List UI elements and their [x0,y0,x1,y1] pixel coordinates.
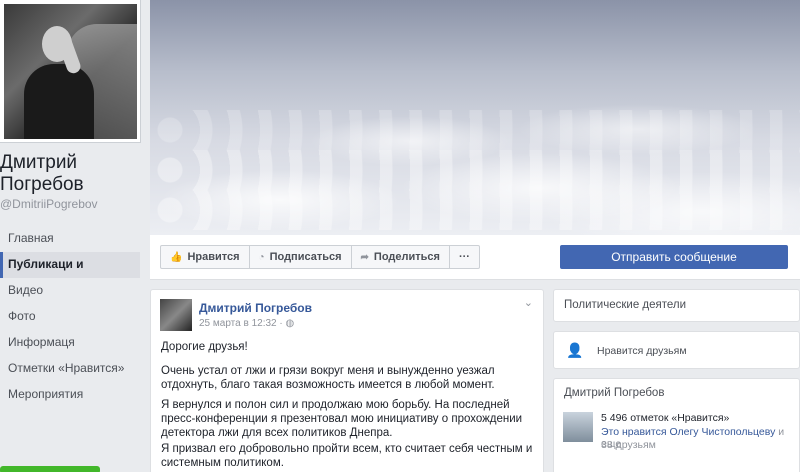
left-sidebar: Дмитрий Погребов @DmitriiPogrebov Главна… [0,0,142,472]
friend-avatar[interactable] [563,412,593,442]
share-label: Поделиться [373,251,440,263]
post-card: Дмитрий Погребов 25 марта в 12:32 · ◍ ⌄ … [150,289,544,472]
more-dots-icon: ··· [458,251,470,263]
nav-item-likes[interactable]: Отметки «Нравится» [0,356,140,382]
profile-picture[interactable] [0,0,141,143]
subscribe-label: Подписаться [269,251,342,263]
friends-like-card: 👤 Нравится друзьям [553,331,800,369]
post-body: Дорогие друзья! Очень устал от лжи и гря… [161,340,537,472]
friends-like-label[interactable]: Нравится друзьям [597,345,687,357]
post-paragraph: Дорогие друзья! [161,341,248,353]
profile-photo [4,4,137,139]
likes-card-title[interactable]: Дмитрий Погребов [564,387,664,399]
like-label: Нравится [187,251,240,263]
post-paragraph: Очень устал от лжи и грязи вокруг меня и… [161,365,495,391]
page-actions-group: 👍 Нравится ◔ Подписаться ➦ Поделиться ··… [160,245,480,269]
page-action-bar: 👍 Нравится ◔ Подписаться ➦ Поделиться ··… [150,235,800,280]
nav-item-videos[interactable]: Видео [0,278,140,304]
subscribe-button[interactable]: ◔ Подписаться [250,246,352,268]
page-navigation: Главная Публикаци и Видео Фото Информаця… [0,226,140,408]
page-category[interactable]: Политические деятели [564,299,686,311]
add-friend-icon: 👤 [566,342,584,358]
nav-item-events[interactable]: Мероприятия [0,382,140,408]
create-page-button[interactable] [0,466,100,472]
like-page-button[interactable]: 👍 Нравится [161,246,250,268]
likes-count: 5 496 отметок «Нравится» [601,412,730,424]
nav-item-home[interactable]: Главная [0,226,140,252]
category-card: Политические деятели [553,289,800,322]
share-button[interactable]: ➦ Поделиться [352,246,450,268]
page-title[interactable]: Дмитрий Погребов [0,152,140,196]
rss-icon: ◔ [258,251,265,263]
post-date[interactable]: 25 марта в 12:32 · [199,318,286,329]
post-paragraph: Я вернулся и полон сил и продолжаю мою б… [161,399,523,439]
nav-item-about[interactable]: Информаця [0,330,140,356]
globe-icon: ◍ [285,318,295,329]
nav-item-posts[interactable]: Публикаци и [0,252,140,278]
chevron-down-icon[interactable]: ⌄ [524,296,533,309]
share-arrow-icon: ➦ [360,251,369,263]
post-paragraph: Я призвал его добровольно пройти всем, к… [161,443,533,469]
page-username[interactable]: @DmitriiPogrebov [0,197,98,211]
friends-count[interactable]: 38 друзьям [601,439,656,451]
post-author-name[interactable]: Дмитрий Погребов [199,301,312,315]
post-author-avatar[interactable] [160,299,192,331]
nav-item-photos[interactable]: Фото [0,304,140,330]
thumbs-up-icon: 👍 [170,251,183,263]
cover-photo[interactable] [150,0,800,235]
post-timestamp[interactable]: 25 марта в 12:32 · ◍ [199,318,294,329]
friend-name-link[interactable]: Это нравится Олегу Чистопольцеву [601,426,775,438]
send-message-button[interactable]: Отправить сообщение [560,245,788,269]
more-options-button[interactable]: ··· [450,246,479,268]
page-likes-card: Дмитрий Погребов 5 496 отметок «Нравится… [553,378,800,472]
